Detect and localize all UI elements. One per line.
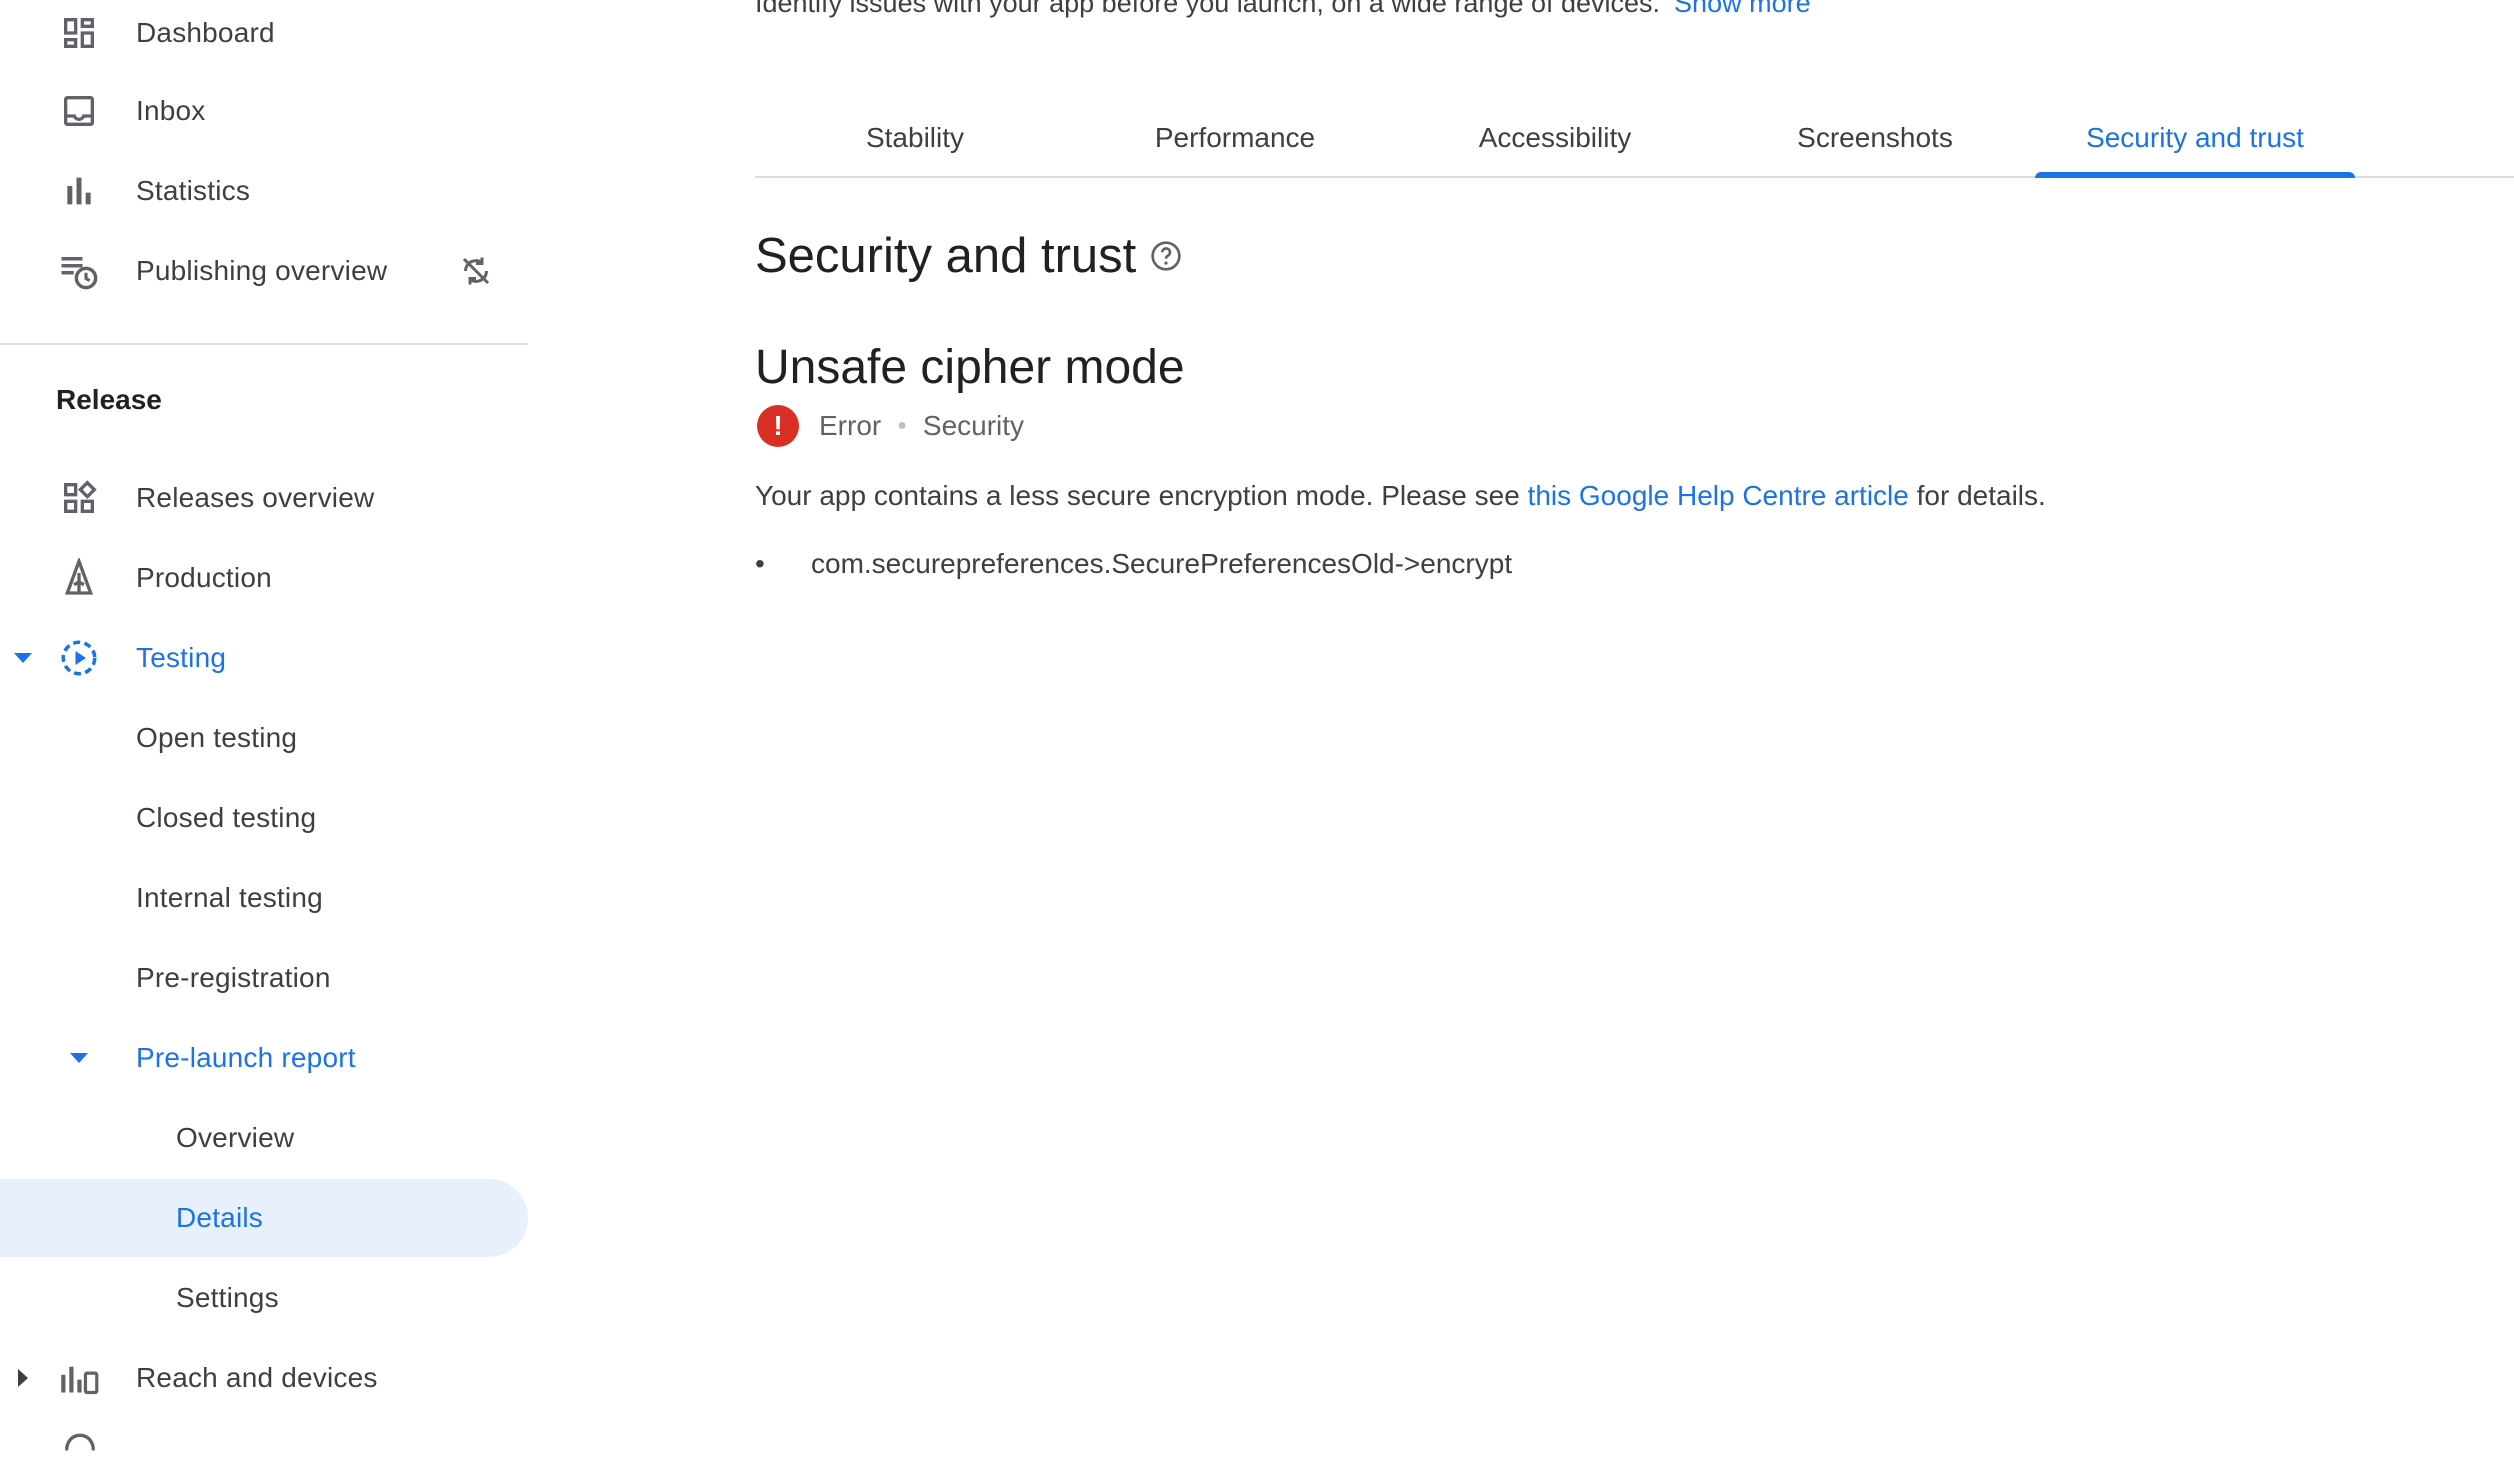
page-title: Security and trust xyxy=(755,228,1182,284)
sidebar-divider xyxy=(0,343,528,345)
sidebar-item-label: Closed testing xyxy=(136,802,317,833)
sidebar-item-label: Settings xyxy=(176,1282,279,1313)
sidebar-item-pre-launch-report[interactable]: Pre-launch report xyxy=(0,1019,528,1097)
error-icon: ! xyxy=(757,405,799,447)
publishing-overview-icon xyxy=(58,250,100,292)
sidebar-item-closed-testing[interactable]: Closed testing xyxy=(0,779,528,857)
sidebar-section-release: Release xyxy=(56,384,162,415)
severity-label: Error xyxy=(819,410,882,441)
sidebar-item-dashboard[interactable]: Dashboard xyxy=(0,0,528,72)
sidebar-item-label: Overview xyxy=(176,1122,295,1153)
issue-meta: ! Error ● Security xyxy=(757,404,1024,448)
show-more-link[interactable]: Show more xyxy=(1674,0,1811,18)
separator-dot: ● xyxy=(897,417,907,434)
testing-icon xyxy=(58,637,100,679)
sidebar-item-open-testing[interactable]: Open testing xyxy=(0,699,528,777)
intro-text: Identify issues with your app before you… xyxy=(755,0,1811,19)
tab-bar: Stability Performance Accessibility Scre… xyxy=(755,100,2514,178)
sidebar-item-label: Pre-launch report xyxy=(136,1042,356,1073)
chevron-right-icon[interactable] xyxy=(18,1369,28,1387)
inbox-icon xyxy=(58,90,100,132)
sidebar-item-reach-and-devices[interactable]: Reach and devices xyxy=(0,1339,528,1417)
tab-screenshots[interactable]: Screenshots xyxy=(1715,100,2035,176)
tab-performance[interactable]: Performance xyxy=(1075,100,1395,176)
production-icon xyxy=(58,557,100,599)
help-icon[interactable] xyxy=(1150,240,1182,272)
sidebar-item-publishing-overview[interactable]: Publishing overview xyxy=(0,232,528,310)
statistics-icon xyxy=(58,170,100,212)
sidebar-item-label: Details xyxy=(176,1202,263,1233)
sidebar: Dashboard Inbox Statistics Publishing ov… xyxy=(0,0,528,1451)
chevron-down-icon[interactable] xyxy=(14,653,32,663)
sidebar-item-releases-overview[interactable]: Releases overview xyxy=(0,459,528,537)
tab-security-and-trust[interactable]: Security and trust xyxy=(2035,100,2355,178)
sidebar-item-internal-testing[interactable]: Internal testing xyxy=(0,859,528,937)
category-label: Security xyxy=(922,410,1025,441)
description-prefix: Your app contains a less secure encrypti… xyxy=(755,480,1528,511)
sidebar-item-label: Statistics xyxy=(136,175,251,206)
sidebar-item-label: Testing xyxy=(136,642,227,673)
sync-disabled-icon[interactable] xyxy=(458,253,494,289)
help-centre-link[interactable]: this Google Help Centre article xyxy=(1528,480,1909,511)
finding-text: com.securepreferences.SecurePreferencesO… xyxy=(811,548,1513,579)
page-title-text: Security and trust xyxy=(755,229,1137,283)
tab-accessibility[interactable]: Accessibility xyxy=(1395,100,1715,176)
releases-overview-icon xyxy=(58,477,100,519)
intro-description: Identify issues with your app before you… xyxy=(755,0,1661,18)
sidebar-item-label: Dashboard xyxy=(136,17,275,48)
issue-description: Your app contains a less secure encrypti… xyxy=(755,480,2046,512)
sidebar-item-production[interactable]: Production xyxy=(0,539,528,617)
sidebar-item-label: Reach and devices xyxy=(136,1362,378,1393)
dashboard-icon xyxy=(58,12,100,54)
sidebar-item-label: Open testing xyxy=(136,722,298,753)
list-item: • com.securepreferences.SecurePreference… xyxy=(755,548,1512,580)
sidebar-item-label: Internal testing xyxy=(136,882,323,913)
sidebar-item-statistics[interactable]: Statistics xyxy=(0,152,528,230)
sidebar-item-label: Publishing overview xyxy=(136,255,388,286)
partial-nav-icon xyxy=(58,1432,102,1457)
sidebar-item-testing[interactable]: Testing xyxy=(0,619,528,697)
main-content: Identify issues with your app before you… xyxy=(755,0,2514,1448)
sidebar-item-inbox[interactable]: Inbox xyxy=(0,72,528,150)
sidebar-item-details[interactable]: Details xyxy=(0,1179,528,1257)
reach-devices-icon xyxy=(58,1357,100,1399)
sidebar-item-label: Production xyxy=(136,562,272,593)
description-suffix: for details. xyxy=(1908,480,2046,511)
sidebar-item-label: Releases overview xyxy=(136,482,375,513)
chevron-down-icon[interactable] xyxy=(70,1053,88,1063)
sidebar-item-settings[interactable]: Settings xyxy=(0,1259,528,1337)
sidebar-item-label: Inbox xyxy=(136,95,206,126)
tab-stability[interactable]: Stability xyxy=(755,100,1075,176)
sidebar-item-label: Pre-registration xyxy=(136,962,331,993)
sidebar-item-overview[interactable]: Overview xyxy=(0,1099,528,1177)
issue-title: Unsafe cipher mode xyxy=(755,341,1185,394)
sidebar-item-pre-registration[interactable]: Pre-registration xyxy=(0,939,528,1017)
bullet-marker: • xyxy=(755,548,765,579)
